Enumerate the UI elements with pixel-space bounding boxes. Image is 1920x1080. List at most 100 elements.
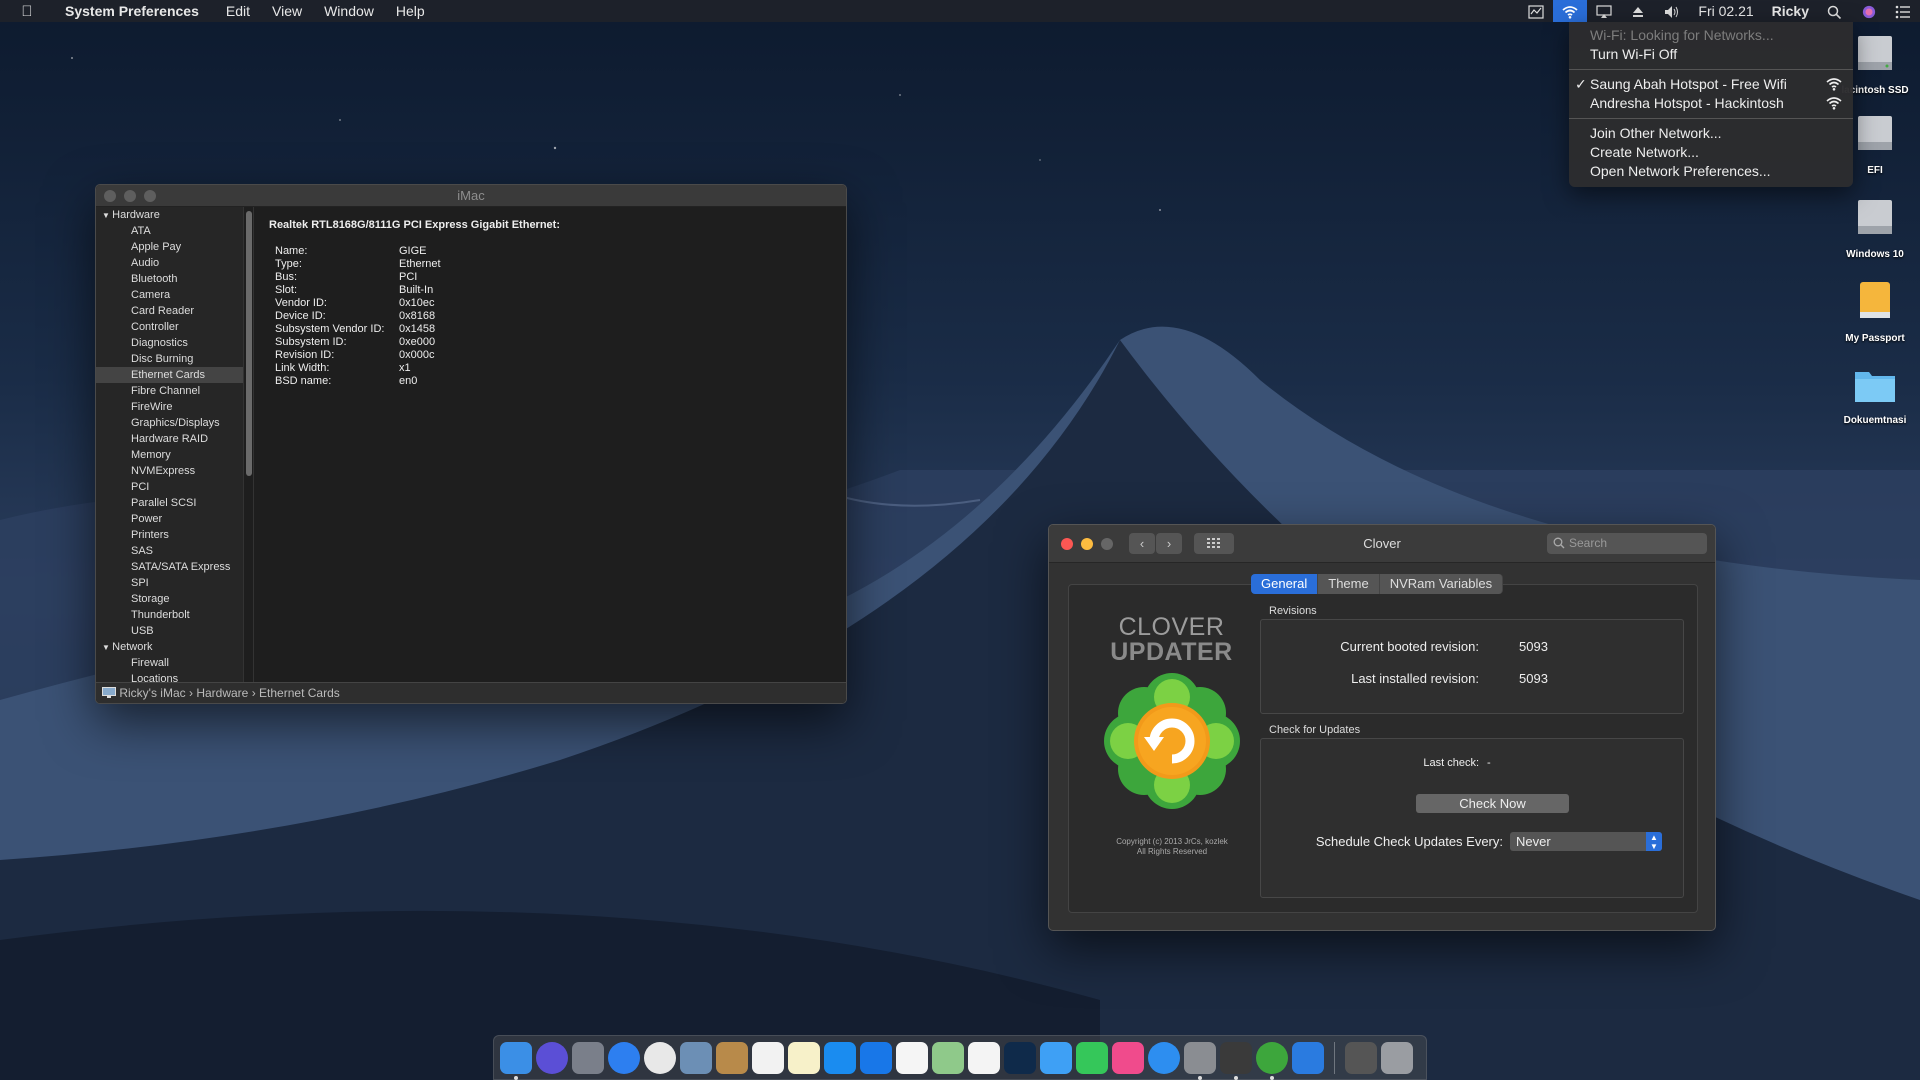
sidebar-item[interactable]: Controller [96,319,243,335]
volume-icon[interactable] [1655,0,1689,22]
close-button[interactable] [104,190,116,202]
sidebar-item[interactable]: Disc Burning [96,351,243,367]
network-item-andresha[interactable]: Andresha Hotspot - Hackintosh [1569,94,1853,113]
turn-wifi-off-item[interactable]: Turn Wi-Fi Off [1569,45,1853,64]
minimize-button[interactable] [124,190,136,202]
sidebar-item[interactable]: SPI [96,575,243,591]
spotlight-search-icon[interactable] [1818,0,1852,22]
path-item-hardware[interactable]: Hardware [196,686,248,700]
reminders-icon[interactable] [896,1041,928,1074]
sidebar-item[interactable]: Ethernet Cards [96,367,243,383]
sidebar-item[interactable]: SATA/SATA Express [96,559,243,575]
sidebar-item[interactable]: Apple Pay [96,239,243,255]
sidebar-item[interactable]: Fibre Channel [96,383,243,399]
sidebar-item[interactable]: Hardware RAID [96,431,243,447]
sidebar-item[interactable]: NVMExpress [96,463,243,479]
sidebar-item[interactable]: Card Reader [96,303,243,319]
chrome-icon[interactable] [644,1041,676,1074]
xcode-icon[interactable] [1220,1041,1252,1080]
photos-icon[interactable] [968,1041,1000,1074]
sidebar-item[interactable]: Bluetooth [96,271,243,287]
sidebar-item[interactable]: Camera [96,287,243,303]
activity-monitor-icon[interactable] [1519,0,1553,22]
detail-row: Subsystem Vendor ID: 0x1458 [275,323,441,336]
wifi-icon[interactable] [1553,0,1588,22]
clock[interactable]: Fri 02.21 [1689,0,1762,22]
menu-edit[interactable]: Edit [215,0,261,22]
sidebar-item-label: Thunderbolt [131,609,190,621]
sidebar-item[interactable]: Power [96,511,243,527]
maps-icon[interactable] [932,1041,964,1074]
tab-theme[interactable]: Theme [1318,574,1380,594]
plus-app2-icon[interactable] [860,1041,892,1074]
menu-help[interactable]: Help [385,0,436,22]
siri-icon[interactable] [536,1041,568,1074]
tab-general[interactable]: General [1251,574,1319,594]
open-network-preferences-item[interactable]: Open Network Preferences... [1569,162,1853,181]
create-network-item[interactable]: Create Network... [1569,143,1853,162]
check-now-button[interactable]: Check Now [1416,794,1569,813]
zoom-button[interactable] [144,190,156,202]
window-titlebar[interactable]: ‹ › Clover Search [1049,525,1715,563]
tab-nvram-variables[interactable]: NVRam Variables [1379,574,1504,594]
sidebar-item[interactable]: Printers [96,527,243,543]
photoshop-icon[interactable] [1004,1041,1036,1074]
sidebar-item[interactable]: Thunderbolt [96,607,243,623]
scrollbar-thumb[interactable] [246,211,252,476]
plus-app-icon[interactable] [824,1041,856,1074]
siri-icon[interactable] [1852,0,1886,22]
apple-menu-icon[interactable]:  [0,3,54,20]
activity-icon[interactable] [1292,1041,1324,1074]
search-input[interactable]: Search [1547,533,1707,554]
sidebar-item[interactable]: ATA [96,223,243,239]
sidebar-item-label: Printers [131,529,169,541]
sidebar-item[interactable]: USB [96,623,243,639]
airplay-icon[interactable] [1587,0,1621,22]
sidebar-item[interactable]: Storage [96,591,243,607]
sidebar-group-hardware[interactable]: ▼ Hardware [96,207,243,223]
path-item-ethernet-cards[interactable]: Ethernet Cards [259,686,340,700]
sidebar-item[interactable]: Graphics/Displays [96,415,243,431]
join-other-network-item[interactable]: Join Other Network... [1569,124,1853,143]
sidebar-item[interactable]: Audio [96,255,243,271]
calendar-icon[interactable] [752,1041,784,1074]
network-item-saung-abah[interactable]: ✓ Saung Abah Hotspot - Free Wifi [1569,75,1853,94]
trash-icon[interactable] [1381,1041,1413,1074]
preview-icon[interactable] [680,1041,712,1074]
notes-icon[interactable] [788,1041,820,1074]
clover-icon[interactable] [1256,1041,1288,1080]
messages-icon[interactable] [1040,1041,1072,1074]
app-store-icon[interactable] [1148,1041,1180,1074]
menu-view[interactable]: View [261,0,313,22]
desktop-icon-windows-10[interactable]: Windows 10 [1830,192,1920,260]
launchpad-icon[interactable] [572,1041,604,1074]
notification-center-icon[interactable] [1886,0,1920,22]
schedule-select[interactable]: Never ▲ ▼ [1510,832,1662,851]
desktop-icon-dokuemtnasi[interactable]: Dokuemtnasi [1830,362,1920,426]
path-item-computer[interactable]: Ricky's iMac [119,686,185,700]
sidebar-item[interactable]: Parallel SCSI [96,495,243,511]
desktop-icon-my-passport[interactable]: My Passport [1830,276,1920,344]
sidebar-item[interactable]: SAS [96,543,243,559]
system-preferences-icon[interactable] [1184,1041,1216,1080]
eject-icon[interactable] [1621,0,1655,22]
itunes-icon[interactable] [1112,1041,1144,1074]
sidebar-group-network[interactable]: ▼ Network [96,639,243,655]
sidebar-item[interactable]: Diagnostics [96,335,243,351]
disclosure-triangle-icon[interactable]: ▼ [102,211,112,220]
sidebar-item[interactable]: PCI [96,479,243,495]
finder-icon[interactable] [500,1041,532,1080]
menu-window[interactable]: Window [313,0,385,22]
window-titlebar[interactable]: iMac [96,185,846,207]
sidebar-item[interactable]: Firewall [96,655,243,671]
downloads-stack-icon[interactable] [1345,1041,1377,1074]
user-menu[interactable]: Ricky [1763,0,1818,22]
safari-icon[interactable] [608,1041,640,1074]
facetime-icon[interactable] [1076,1041,1108,1074]
disclosure-triangle-icon[interactable]: ▼ [102,643,112,652]
menu-app-name[interactable]: System Preferences [54,0,215,22]
sidebar-item[interactable]: FireWire [96,399,243,415]
sidebar-item[interactable]: Memory [96,447,243,463]
contacts-icon[interactable] [716,1041,748,1074]
sidebar-scrollbar[interactable] [243,207,254,684]
